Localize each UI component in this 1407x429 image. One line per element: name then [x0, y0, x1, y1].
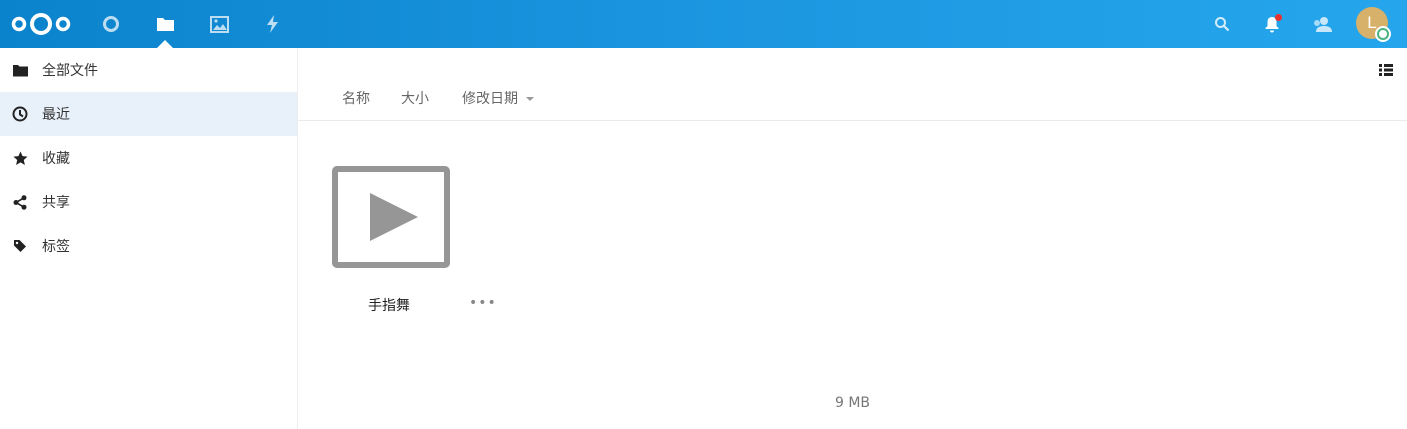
sidebar-item-label: 标签: [42, 239, 70, 255]
sidebar-item-favorites[interactable]: 收藏: [0, 136, 297, 180]
notification-dot: [1275, 14, 1282, 21]
sidebar: 全部文件 最近 收藏 共享 标签: [0, 48, 298, 429]
sort-by-size[interactable]: 大小: [401, 88, 429, 108]
sidebar-item-label: 共享: [42, 195, 70, 211]
bell-icon[interactable]: [1260, 12, 1284, 36]
dashboard-icon[interactable]: [99, 12, 123, 36]
sidebar-item-label: 全部文件: [42, 63, 98, 79]
star-icon: [12, 150, 28, 166]
file-list-summary: 9 MB: [835, 395, 871, 411]
file-list-area: 名称 大小 修改日期 手指舞 ••• 9 MB: [298, 48, 1407, 429]
clock-icon: [12, 106, 28, 122]
sidebar-item-shared[interactable]: 共享: [0, 180, 297, 224]
more-actions-icon[interactable]: •••: [469, 295, 496, 311]
sidebar-item-label: 收藏: [42, 151, 70, 167]
sidebar-item-label: 最近: [42, 107, 70, 123]
contacts-icon[interactable]: [1310, 12, 1334, 36]
sort-caret-icon: [526, 97, 534, 101]
top-header: L: [0, 0, 1407, 48]
sidebar-item-tags[interactable]: 标签: [0, 224, 297, 268]
sidebar-item-recent[interactable]: 最近: [0, 92, 297, 136]
video-file-icon: [332, 166, 450, 268]
search-icon[interactable]: [1210, 12, 1234, 36]
nextcloud-logo[interactable]: [10, 12, 72, 36]
sort-by-modified[interactable]: 修改日期: [462, 88, 534, 108]
active-app-indicator: [157, 40, 173, 48]
activity-icon[interactable]: [261, 12, 285, 36]
folder-icon[interactable]: [153, 12, 177, 36]
sidebar-item-all-files[interactable]: 全部文件: [0, 48, 297, 92]
sort-by-name[interactable]: 名称: [342, 88, 370, 108]
photos-icon[interactable]: [207, 12, 231, 36]
sort-bar: 名称 大小 修改日期: [298, 75, 1407, 121]
folder-icon: [12, 62, 28, 78]
list-view-toggle-icon[interactable]: [1379, 62, 1393, 76]
tag-icon: [12, 238, 28, 254]
status-indicator: [1375, 26, 1391, 42]
file-name[interactable]: 手指舞: [368, 295, 410, 315]
file-tile[interactable]: 手指舞 •••: [328, 162, 496, 322]
sort-modified-label: 修改日期: [462, 91, 518, 107]
share-icon: [12, 194, 28, 210]
